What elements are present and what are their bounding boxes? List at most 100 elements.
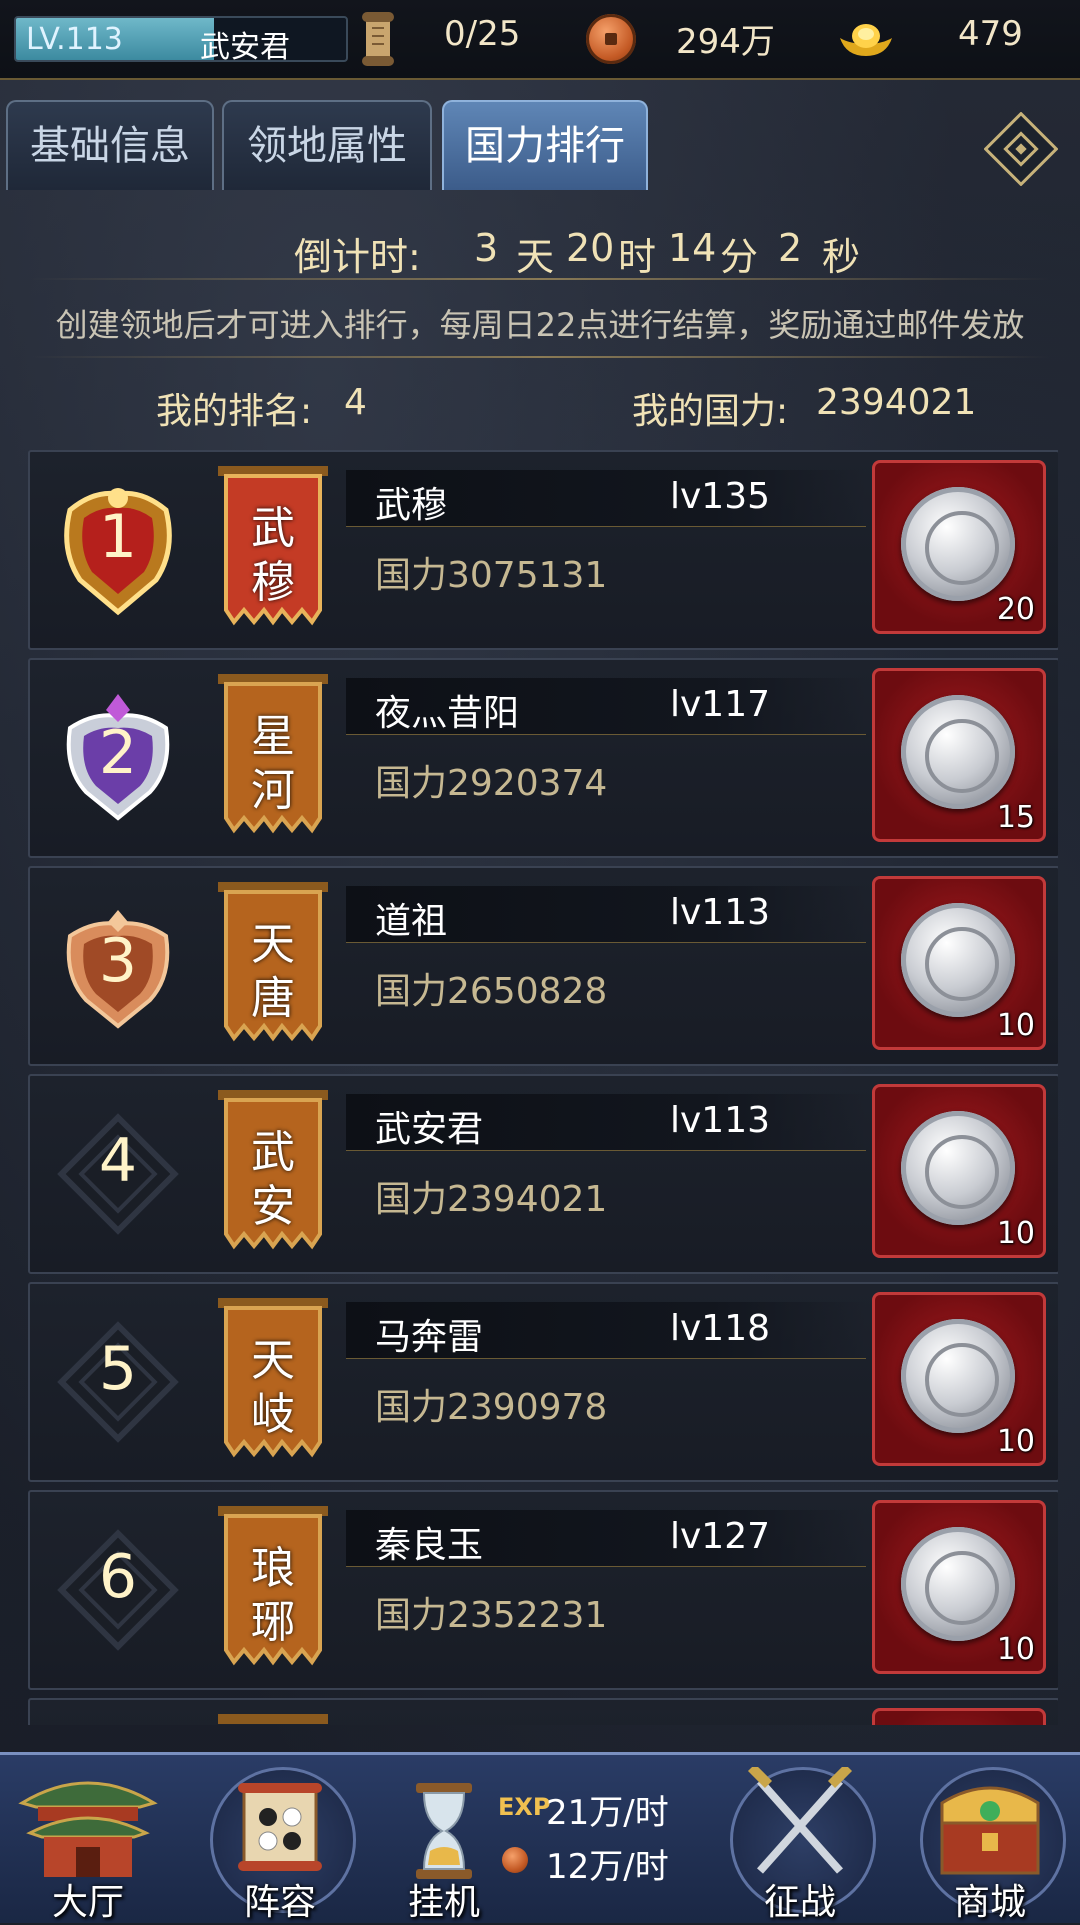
countdown-label: 倒计时: [294,235,421,279]
player-power: 国力2390978 [375,1387,608,1428]
reward-item[interactable]: 10 [872,1292,1046,1466]
countdown-days: 3 [474,226,499,270]
rank-number: 3 [98,926,138,996]
level-text: LV.113 [26,22,123,57]
player-name: 夜灬昔阳 [375,693,520,734]
nav-battle-label: 征战 [763,1882,836,1923]
reward-item[interactable]: 15 [872,668,1046,842]
ranking-notice: 创建领地后才可进入排行，每周日22点进行结算，奖励通过邮件发放 [55,306,1025,344]
gold-amount: 479 [958,14,1023,54]
player-level: lv135 [670,476,771,517]
ranking-row[interactable]: 6 琅 琊 秦良玉 lv127 国力2352231 10 [28,1490,1058,1690]
exp-rate: 21万/时 [546,1793,669,1833]
reward-count: 10 [996,1216,1035,1251]
player-level: lv113 [670,1100,771,1141]
ranking-row-partial[interactable] [28,1698,1058,1725]
player-name: 武穆 [375,485,448,526]
reward-item[interactable] [872,1708,1046,1725]
idle-rewards-info: EXP 21万/时 12万/时 [488,1777,698,1897]
player-power: 国力2650828 [375,971,608,1012]
nav-lineup[interactable]: 阵容 [200,1763,360,1923]
my-rank-label: 我的排名: [156,391,313,432]
player-power: 国力3075131 [375,555,608,596]
player-power: 国力2352231 [375,1595,608,1636]
reward-count: 10 [996,1008,1035,1043]
my-power-label: 我的国力: [632,391,789,432]
copper-amount: 294万 [676,22,775,62]
player-name: 武安君 [375,1109,484,1150]
ranking-row[interactable]: 2 星 河 夜灬昔阳 lv117 国力2920374 15 [28,658,1058,858]
silver-dragon-coin-icon [901,487,1015,601]
rank-number: 6 [98,1542,138,1612]
palace-hall-icon [18,1781,158,1877]
reward-item[interactable]: 10 [872,1500,1046,1674]
silver-dragon-coin-icon [901,695,1015,809]
rank-number: 2 [98,718,138,788]
banner-char: 岐 [251,1389,295,1440]
countdown-seconds: 2 [778,226,803,270]
level-bar[interactable]: LV.113 武安君 [14,16,348,62]
countdown-hours-unit: 时 [618,235,657,279]
copper-rate: 12万/时 [546,1847,669,1887]
my-power-value: 2394021 [816,382,977,423]
crossed-swords-icon [747,1767,853,1874]
nav-shop-label: 商城 [953,1882,1026,1923]
countdown-days-unit: 天 [516,235,555,279]
treasure-chest-icon [940,1786,1040,1875]
reward-item[interactable]: 20 [872,460,1046,634]
reward-count: 20 [996,592,1035,627]
player-power: 国力2394021 [375,1179,608,1220]
reward-count: 10 [996,1632,1035,1667]
reward-count: 15 [996,800,1035,835]
divider-top [30,278,1050,280]
banner-char: 唐 [251,973,295,1024]
exp-label: EXP [498,1793,551,1821]
scroll-icon [362,12,394,66]
nav-hall-label: 大厅 [51,1882,124,1923]
hourglass-icon [416,1783,472,1879]
gold-ingot-icon [840,24,892,56]
rank-number: 4 [98,1126,138,1196]
countdown-minutes-unit: 分 [720,235,759,279]
silver-dragon-coin-icon [901,1111,1015,1225]
top-status-bar: LV.113 武安君 0/25 294万 479 [0,0,1080,80]
bottom-navigation: 大厅 阵容 挂机 EXP 21万/时 12万/时 征战 商城 [0,1752,1080,1923]
my-rank-value: 4 [344,382,367,423]
rank-number: 5 [98,1334,138,1404]
banner-char: 安 [251,1181,295,1232]
menu-diamond-icon[interactable] [984,112,1058,186]
reward-item[interactable]: 10 [872,1084,1046,1258]
ranking-row[interactable]: 4 武 安 武安君 lv113 国力2394021 10 [28,1074,1058,1274]
countdown-minutes: 14 [668,226,717,270]
nav-shop[interactable]: 商城 [910,1763,1070,1923]
player-level: lv118 [670,1308,771,1349]
countdown-hours: 20 [566,226,615,270]
ranking-row[interactable]: 3 天 唐 道祖 lv113 国力2650828 10 [28,866,1058,1066]
tab-national-power-ranking[interactable]: 国力排行 [442,100,648,190]
banner-char: 穆 [251,557,295,608]
divider-bottom [30,356,1050,358]
tab-territory-attributes[interactable]: 领地属性 [222,100,432,190]
copper-coin-icon [502,1847,528,1873]
player-name: 武安君 [200,30,290,62]
player-name: 道祖 [375,901,448,942]
ranking-list[interactable]: 1 武 穆 武穆 lv135 国力3075131 20 2 星 河 夜灬昔阳 l… [28,450,1058,1725]
nav-lineup-label: 阵容 [243,1882,316,1923]
guild-banner-orange [218,1714,328,1724]
ranking-row[interactable]: 5 天 岐 马奔雷 lv118 国力2390978 10 [28,1282,1058,1482]
player-power: 国力2920374 [375,763,608,804]
ranking-row[interactable]: 1 武 穆 武穆 lv135 国力3075131 20 [28,450,1058,650]
banner-char: 河 [251,765,295,816]
go-board-scroll-icon [238,1783,322,1871]
rank-number: 1 [98,502,138,572]
nav-hall[interactable]: 大厅 [8,1763,168,1923]
silver-dragon-coin-icon [901,903,1015,1017]
silver-dragon-coin-icon [901,1527,1015,1641]
silver-dragon-coin-icon [901,1319,1015,1433]
countdown-seconds-unit: 秒 [822,235,861,279]
nav-battle[interactable]: 征战 [720,1763,880,1923]
player-level: lv117 [670,684,771,725]
banner-char: 琊 [251,1597,295,1648]
tab-basic-info[interactable]: 基础信息 [6,100,214,190]
reward-item[interactable]: 10 [872,876,1046,1050]
